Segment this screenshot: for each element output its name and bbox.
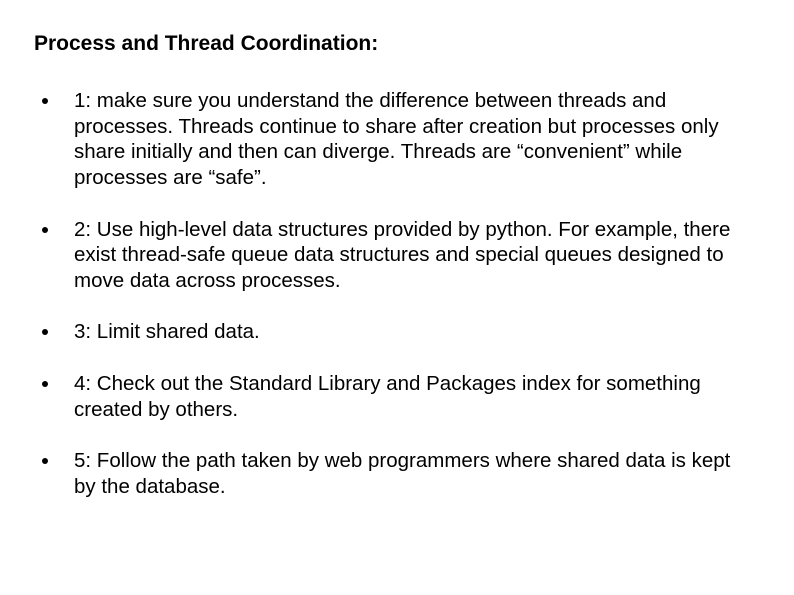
list-item: 1: make sure you understand the differen… [42, 88, 752, 191]
list-item: 2: Use high-level data structures provid… [42, 217, 752, 294]
slide-title: Process and Thread Coordination: [34, 32, 752, 56]
bullet-text: 1: make sure you understand the differen… [74, 88, 752, 191]
bullet-text: 3: Limit shared data. [74, 319, 752, 345]
bullet-text: 5: Follow the path taken by web programm… [74, 448, 752, 499]
bullet-icon [42, 329, 48, 335]
bullet-list: 1: make sure you understand the differen… [34, 88, 752, 500]
bullet-icon [42, 98, 48, 104]
list-item: 4: Check out the Standard Library and Pa… [42, 371, 752, 422]
bullet-text: 2: Use high-level data structures provid… [74, 217, 752, 294]
list-item: 3: Limit shared data. [42, 319, 752, 345]
bullet-icon [42, 381, 48, 387]
bullet-text: 4: Check out the Standard Library and Pa… [74, 371, 752, 422]
bullet-icon [42, 227, 48, 233]
list-item: 5: Follow the path taken by web programm… [42, 448, 752, 499]
bullet-icon [42, 458, 48, 464]
